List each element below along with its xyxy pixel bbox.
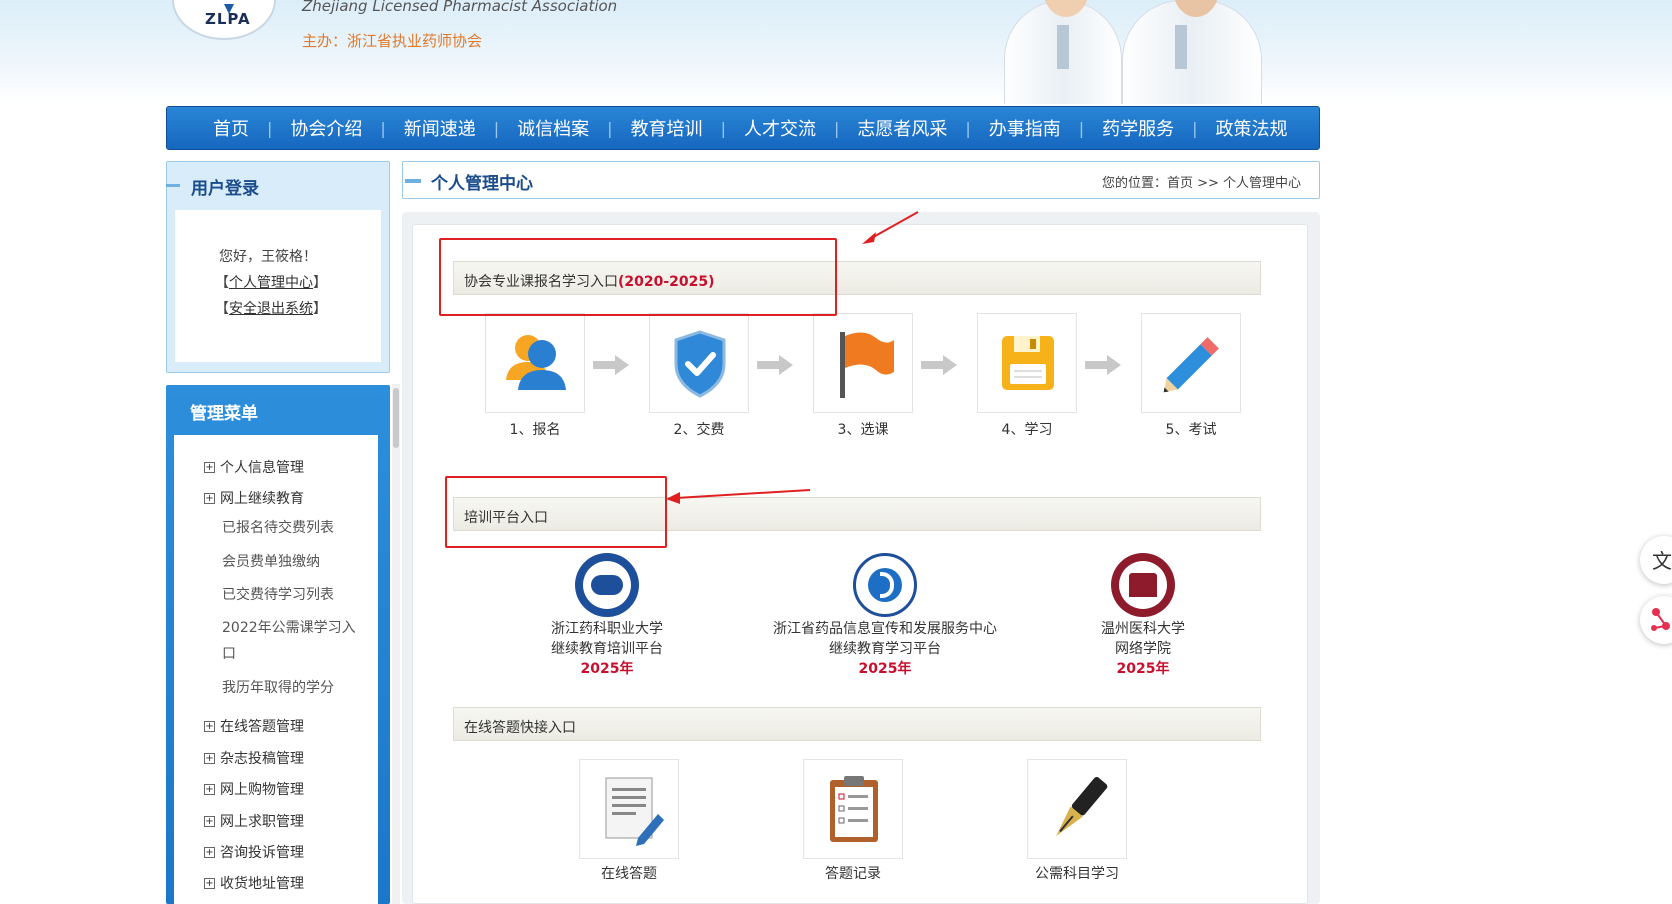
sidebar-scrollbar[interactable] [392,384,400,904]
ai-assistant-icon[interactable] [1640,596,1672,644]
doctor-figure-1 [1004,0,1122,104]
section-online-quiz: 在线答题快接入口 [453,707,1261,741]
logout-link[interactable]: 安全退出系统 [229,301,313,317]
annotation-arrow-icon [666,489,811,504]
drug-info-seal-icon[interactable] [853,553,917,617]
step-exam[interactable]: 5、考试 [1141,313,1241,439]
menu-group-online-education[interactable]: + 网上继续教育 [204,488,304,508]
fountain-pen-icon [1056,776,1108,837]
arrow-right-icon [757,355,793,375]
clipboard-list-icon [830,776,878,842]
step-select-course[interactable]: 3、选课 [813,313,913,439]
main-content: 协会专业课报名学习入口(2020-2025) 1、报名 2、交费 3、选课 4、… [412,224,1308,904]
nav-item-education[interactable]: 教育培训 | [613,115,726,141]
menu-sub-2022-public-course[interactable]: 2022年公需课学习入口 [222,615,368,667]
nav-item-policy[interactable]: 政策法规 [1198,115,1306,141]
main-header: 个人管理中心 您的位置：首页 >> 个人管理中心 [402,161,1320,199]
translate-icon[interactable]: 文 [1640,536,1672,584]
login-body: 您好，王筱格！ 【个人管理中心】 【安全退出系统】 [175,210,381,362]
scrollbar-thumb[interactable] [393,388,399,448]
menu-group-online-shopping[interactable]: + 网上购物管理 [204,779,304,799]
nav-item-pharmacy-service[interactable]: 药学服务 | [1084,115,1197,141]
expand-icon[interactable]: + [204,815,215,827]
arrow-right-icon [1085,355,1121,375]
expand-icon[interactable]: + [204,492,215,504]
arrow-right-icon [593,355,629,375]
step-label[interactable]: 5、考试 [1141,419,1241,439]
breadcrumb[interactable]: 您的位置：首页 >> 个人管理中心 [1102,172,1301,191]
expand-icon[interactable]: + [204,752,215,764]
login-logout-row: 【安全退出系统】 [215,301,327,317]
expand-icon[interactable]: + [204,461,215,473]
platform-zj-drug-info[interactable]: 浙江省药品信息宣传和发展服务中心 继续教育学习平台 2025年 [725,553,1045,679]
management-menu-panel: 管理菜单 + 个人信息管理 + 网上继续教育 已报名待交费列表 会员费单独缴纳 已交… [166,385,390,904]
user-login-panel: 用户登录 您好，王筱格！ 【个人管理中心】 【安全退出系统】 [166,161,390,373]
platform-wzmu[interactable]: 温州医科大学 网络学院 2025年 [1013,553,1273,679]
expand-icon[interactable]: + [204,783,215,795]
wzmu-seal-icon[interactable] [1111,553,1175,617]
nav-item-volunteers[interactable]: 志愿者风采 | [839,115,970,141]
svg-text:文: 文 [1652,549,1672,573]
annotation-arrow-icon [862,211,919,244]
nav-item-guide[interactable]: 办事指南 | [971,115,1084,141]
menu-sub-pending-payment[interactable]: 已报名待交费列表 [222,515,368,541]
menu-title: 管理菜单 [190,404,258,424]
menu-sub-credits-history[interactable]: 我历年取得的学分 [222,675,368,701]
expand-icon[interactable]: + [204,846,215,858]
pencil-icon [1163,337,1219,393]
step-register[interactable]: 1、报名 [485,313,585,439]
menu-body: + 个人信息管理 + 网上继续教育 已报名待交费列表 会员费单独缴纳 已交费待学习列… [174,435,378,904]
doctor-figure-2 [1122,0,1262,104]
menu-sub-membership-fee[interactable]: 会员费单独缴纳 [222,549,368,575]
user-icon [506,335,566,390]
step-label[interactable]: 2、交费 [649,419,749,439]
menu-group-consult-complaint[interactable]: + 咨询投诉管理 [204,842,304,862]
site-header: ZLPA Zhejiang Licensed Pharmacist Associ… [0,0,1672,104]
menu-sub-paid-pending-study[interactable]: 已交费待学习列表 [222,582,368,608]
nav-item-news[interactable]: 新闻速递 | [386,115,499,141]
platform-zjpc[interactable]: 浙江药科职业大学 继续教育培训平台 2025年 [497,553,717,679]
expand-icon[interactable]: + [204,877,215,889]
login-title: 用户登录 [191,179,259,199]
nav-item-about[interactable]: 协会介绍 | [272,115,385,141]
menu-group-journal-submission[interactable]: + 杂志投稿管理 [204,748,304,768]
document-pen-icon [605,777,664,846]
arrow-right-icon [921,355,957,375]
nav-item-home[interactable]: 首页 | [195,115,272,141]
doctors-banner-image [996,0,1272,104]
quick-link-quiz-record[interactable]: 答题记录 [803,759,903,883]
step-label[interactable]: 3、选课 [813,419,913,439]
quick-link-public-course[interactable]: 公需科目学习 [1027,759,1127,883]
login-personal-center-row: 【个人管理中心】 [215,275,327,291]
quick-link-online-quiz[interactable]: 在线答题 [579,759,679,883]
nav-item-talent[interactable]: 人才交流 | [726,115,839,141]
annotation-highlight-box [439,238,837,316]
annotation-highlight-box [445,476,667,548]
menu-group-personal-info[interactable]: + 个人信息管理 [204,457,304,477]
menu-group-job-seeking[interactable]: + 网上求职管理 [204,811,304,831]
menu-group-online-quiz[interactable]: + 在线答题管理 [204,716,304,736]
step-label[interactable]: 4、学习 [977,419,1077,439]
zjpc-seal-icon[interactable] [575,553,639,617]
logo-text: ZLPA [205,10,251,28]
page-title: 个人管理中心 [431,174,533,194]
menu-group-shipping-address[interactable]: + 收货地址管理 [204,873,304,893]
step-label[interactable]: 1、报名 [485,419,585,439]
floppy-disk-icon [1002,336,1054,390]
step-pay[interactable]: 2、交费 [649,313,749,439]
nav-item-integrity[interactable]: 诚信档案 | [499,115,612,141]
association-host: 主办：浙江省执业药师协会 [302,32,483,50]
shield-check-icon [674,330,726,398]
association-english-name: Zhejiang Licensed Pharmacist Association [302,0,618,15]
step-study[interactable]: 4、学习 [977,313,1077,439]
flag-icon [840,332,894,398]
personal-center-link[interactable]: 个人管理中心 [229,275,313,291]
main-nav: 首页 | 协会介绍 | 新闻速递 | 诚信档案 | 教育培训 | 人才交流 | 志愿者风采 |… [166,106,1320,150]
login-greeting: 您好，王筱格！ [219,249,317,265]
expand-icon[interactable]: + [204,720,215,732]
